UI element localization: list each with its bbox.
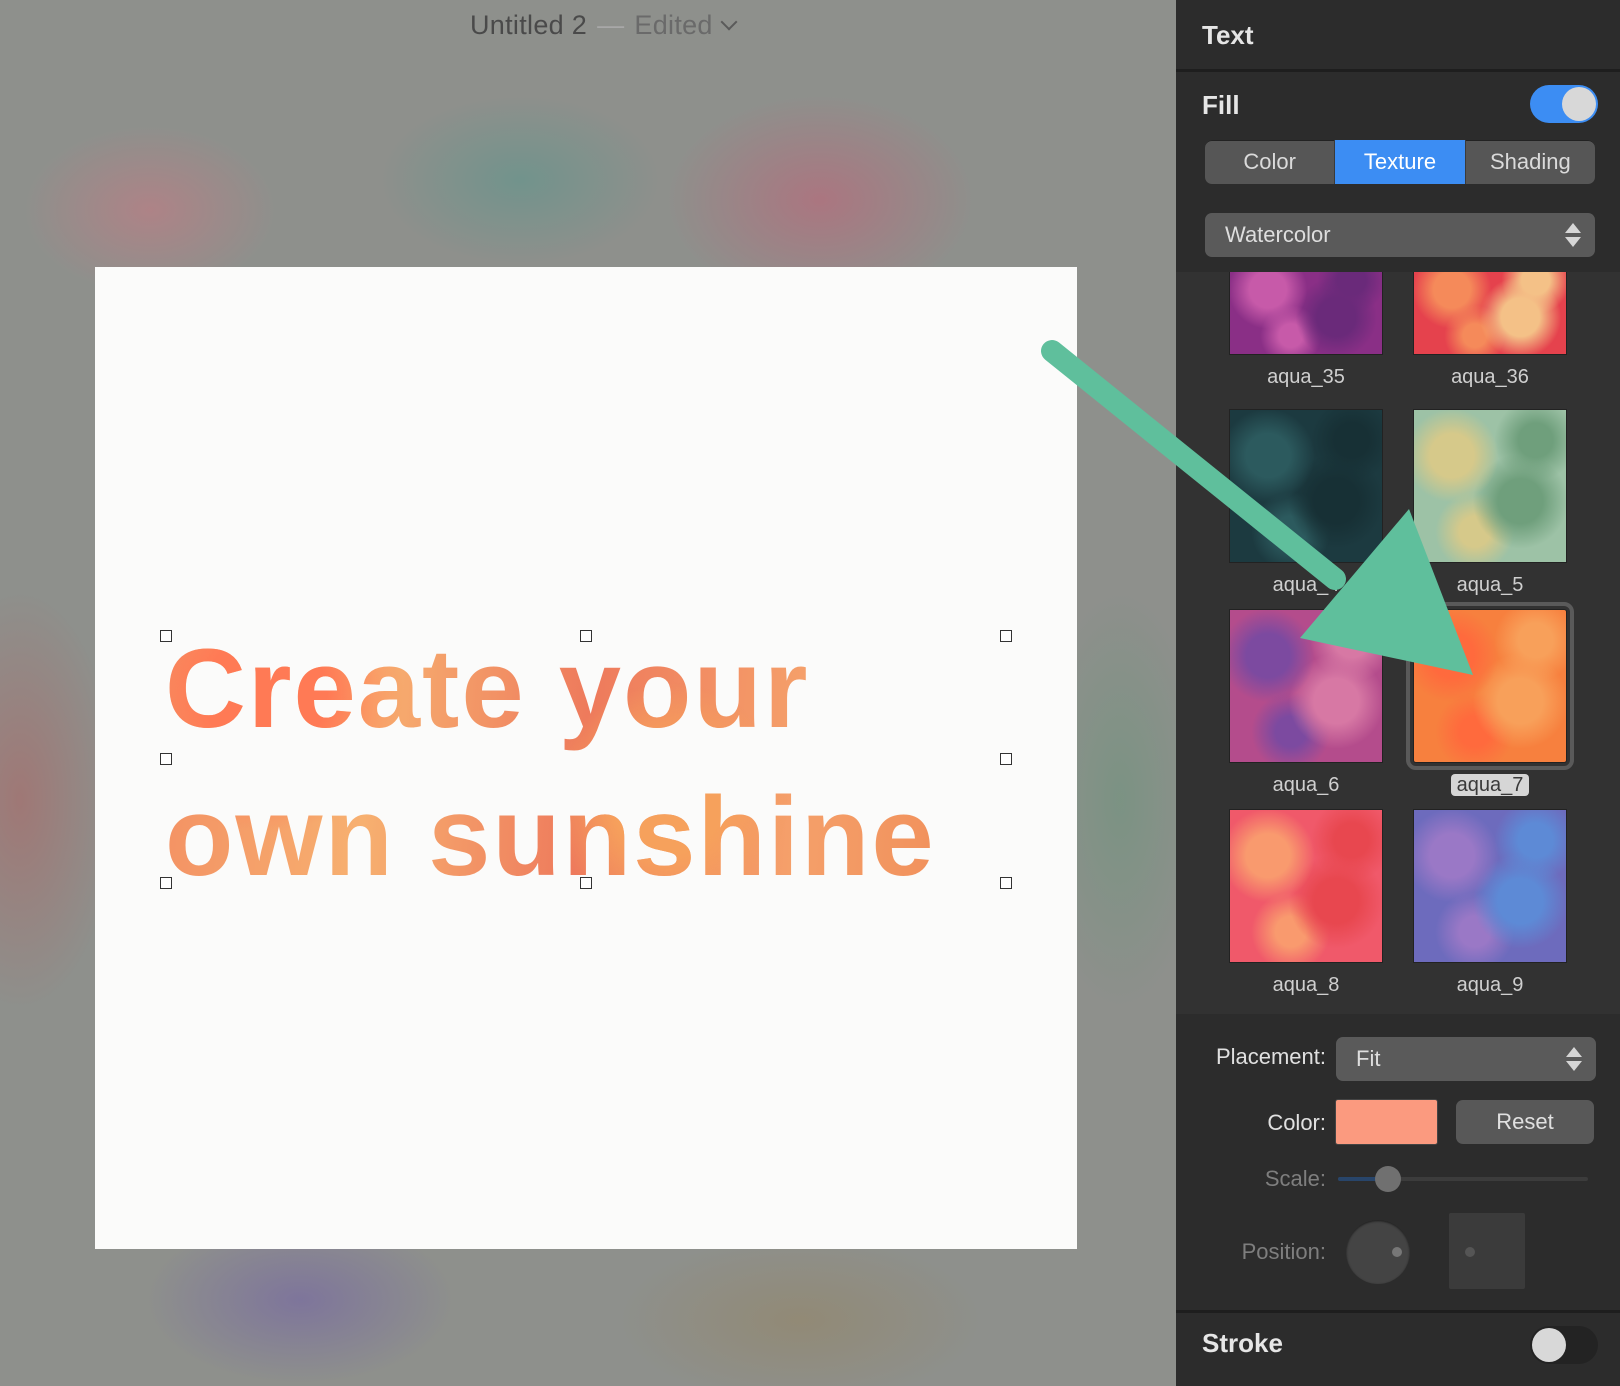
panel-header: Text	[1202, 20, 1254, 50]
scale-label: Scale:	[1264, 1166, 1326, 1191]
texture-name: aqua_35	[1230, 366, 1382, 389]
chevron-down-icon[interactable]	[720, 13, 738, 31]
document-title: Untitled 2	[470, 10, 588, 40]
texture-tile-aqua-8[interactable]: aqua_8	[1230, 810, 1382, 997]
select-arrows-icon	[1565, 221, 1581, 249]
document-title-bar[interactable]: Untitled 2 — Edited	[470, 10, 738, 41]
texture-tile-aqua-4[interactable]: aqua_4	[1230, 410, 1382, 597]
texture-category-value: Watercolor	[1225, 222, 1331, 247]
select-arrows-icon	[1566, 1045, 1582, 1073]
texture-name: aqua_8	[1230, 974, 1382, 997]
tab-shading[interactable]: Shading	[1466, 140, 1595, 184]
texture-name-text: aqua_5	[1456, 574, 1524, 596]
dial-indicator-icon	[1392, 1247, 1402, 1257]
stroke-toggle[interactable]	[1530, 1326, 1598, 1364]
stroke-label: Stroke	[1202, 1328, 1283, 1358]
tab-texture[interactable]: Texture	[1335, 140, 1466, 184]
texture-tile-aqua-9[interactable]: aqua_9	[1414, 810, 1566, 997]
canvas-area: Untitled 2 — Edited Create your own sunshi…	[0, 0, 1176, 1386]
texture-name-text: aqua_4	[1272, 574, 1340, 596]
handle-bottom-center[interactable]	[580, 877, 592, 889]
handle-bottom-left[interactable]	[160, 877, 172, 889]
texture-name-text: aqua_36	[1451, 366, 1529, 388]
fill-toggle-knob	[1562, 87, 1596, 121]
texture-tile-aqua-36[interactable]: aqua_36	[1414, 272, 1566, 389]
texture-name-text: aqua_8	[1272, 974, 1340, 996]
texture-name: aqua_6	[1230, 774, 1382, 797]
handle-top-right[interactable]	[1000, 630, 1012, 642]
texture-tile-aqua-35[interactable]: aqua_35	[1230, 272, 1382, 389]
texture-grid[interactable]: aqua_35 aqua_36 aqua_4 aqua_5 aqua_6 aqua_7aq…	[1176, 272, 1620, 1014]
texture-swatch	[1414, 272, 1566, 354]
handle-middle-left[interactable]	[160, 753, 172, 765]
texture-name: aqua_36	[1414, 366, 1566, 389]
texture-name: aqua_7	[1414, 774, 1566, 797]
texture-name-text: aqua_35	[1267, 366, 1345, 388]
texture-name: aqua_4	[1230, 574, 1382, 597]
texture-swatch	[1230, 810, 1382, 962]
position-angle-dial[interactable]	[1346, 1220, 1410, 1284]
placement-value: Fit	[1356, 1046, 1381, 1071]
position-offset-pad[interactable]	[1449, 1213, 1525, 1289]
divider	[1176, 1310, 1620, 1313]
fill-type-tabs: Color Texture Shading	[1205, 140, 1595, 184]
position-label: Position:	[1241, 1239, 1326, 1264]
texture-name: aqua_5	[1414, 574, 1566, 597]
texture-tile-aqua-6[interactable]: aqua_6	[1230, 610, 1382, 797]
texture-swatch	[1414, 410, 1566, 562]
texture-category-select[interactable]: Watercolor	[1205, 213, 1595, 257]
color-well[interactable]	[1336, 1100, 1437, 1144]
inspector-panel: Text Fill Color Texture Shading Watercol…	[1176, 0, 1620, 1386]
texture-name: aqua_9	[1414, 974, 1566, 997]
text-object[interactable]: Create your own sunshine	[165, 615, 1005, 880]
texture-name-text: aqua_7	[1450, 774, 1530, 796]
texture-swatch	[1414, 810, 1566, 962]
stroke-toggle-knob	[1532, 1328, 1566, 1362]
placement-select[interactable]: Fit	[1336, 1037, 1596, 1081]
handle-top-left[interactable]	[160, 630, 172, 642]
texture-swatch	[1230, 610, 1382, 762]
texture-swatch	[1230, 410, 1382, 562]
placement-label: Placement:	[1215, 1044, 1326, 1069]
texture-tile-aqua-5[interactable]: aqua_5	[1414, 410, 1566, 597]
scale-slider-knob[interactable]	[1375, 1166, 1401, 1192]
offset-indicator-icon	[1465, 1247, 1475, 1257]
tab-color[interactable]: Color	[1205, 140, 1336, 184]
texture-name-text: aqua_9	[1456, 974, 1524, 996]
divider	[1176, 69, 1620, 72]
texture-name-text: aqua_6	[1272, 774, 1340, 796]
handle-top-center[interactable]	[580, 630, 592, 642]
document-status: Edited	[634, 10, 713, 40]
texture-swatch	[1230, 272, 1382, 354]
title-separator: —	[597, 10, 625, 40]
texture-swatch	[1406, 602, 1574, 770]
handle-middle-right[interactable]	[1000, 753, 1012, 765]
texture-tile-aqua-7[interactable]: aqua_7	[1406, 602, 1574, 797]
fill-toggle[interactable]	[1530, 85, 1598, 123]
fill-label: Fill	[1202, 90, 1240, 120]
handle-bottom-right[interactable]	[1000, 877, 1012, 889]
reset-button[interactable]: Reset	[1456, 1100, 1594, 1144]
color-label: Color:	[1267, 1110, 1326, 1135]
